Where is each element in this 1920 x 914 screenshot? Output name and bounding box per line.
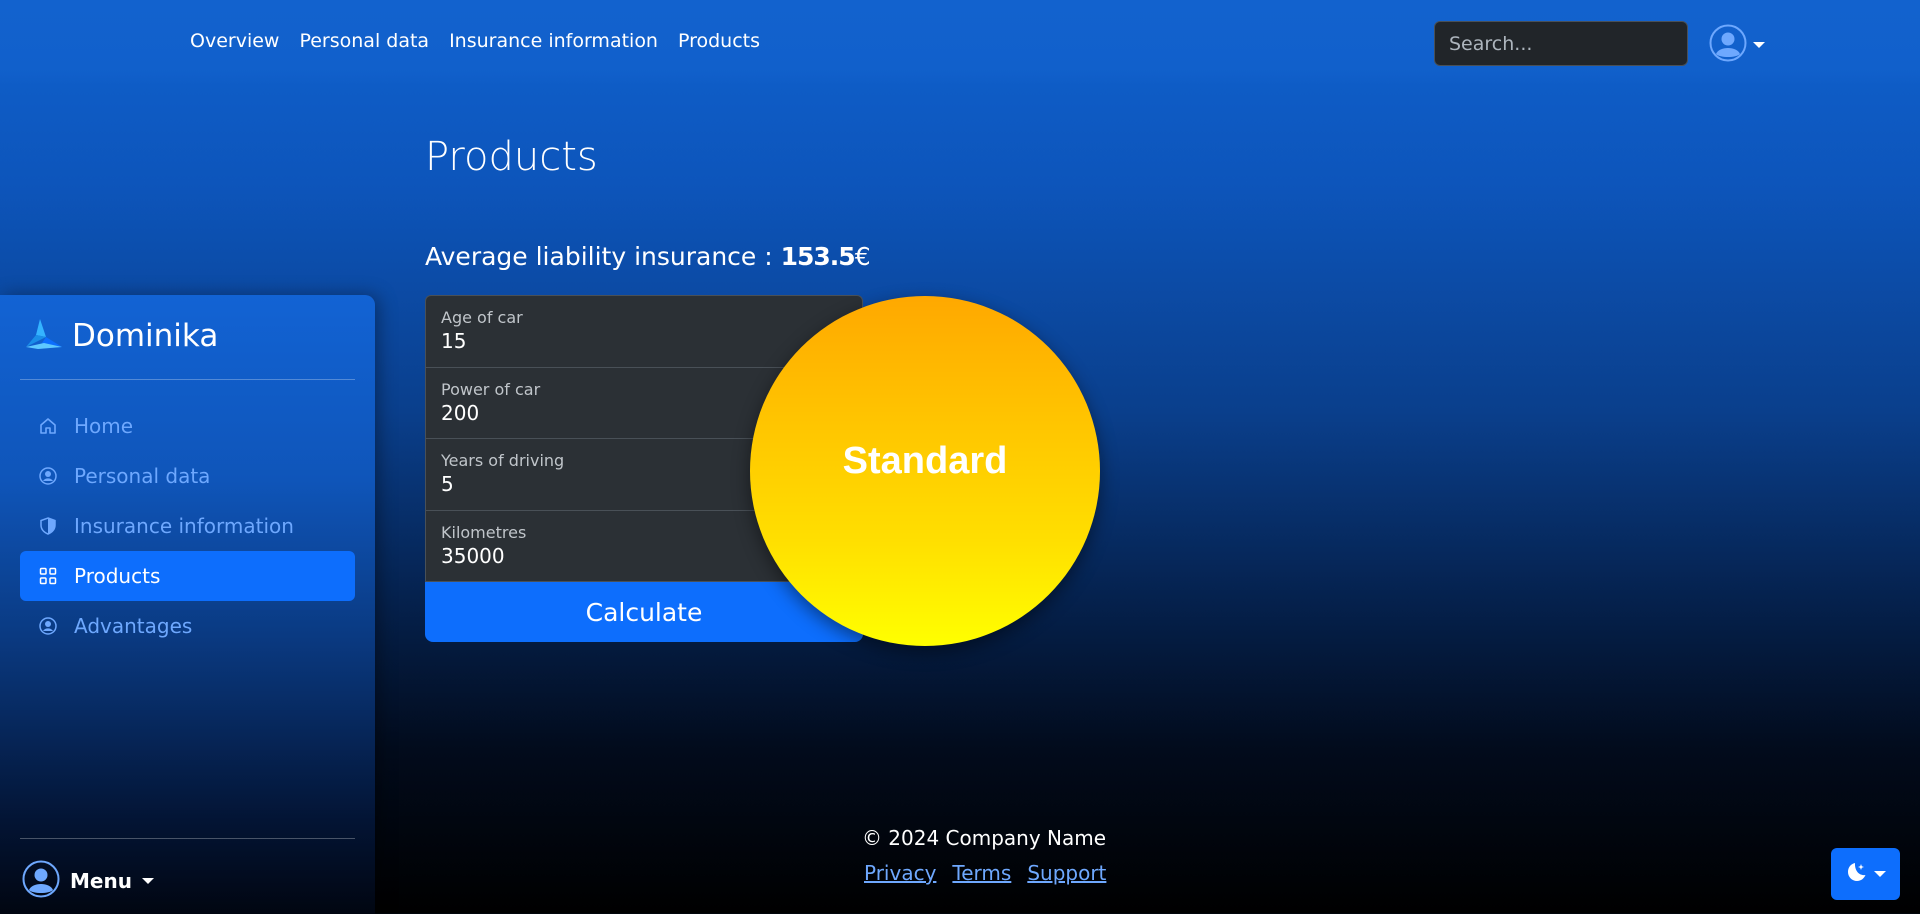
sidebar-item-label: Products	[74, 564, 161, 588]
person-circle-icon	[38, 466, 58, 486]
footer-link-terms[interactable]: Terms	[952, 861, 1011, 885]
sidebar-item-label: Personal data	[74, 464, 211, 488]
logo-icon	[24, 317, 64, 355]
sidebar-menu: Home Personal data Insurance information…	[20, 401, 355, 651]
top-nav-links: Overview Personal data Insurance informa…	[190, 30, 760, 52]
field-label: Age of car	[441, 308, 523, 327]
sidebar-item-label: Insurance information	[74, 514, 294, 538]
footer-link-privacy[interactable]: Privacy	[864, 861, 936, 885]
chevron-down-icon	[141, 878, 154, 884]
footer-links: Privacy Terms Support	[864, 861, 1106, 885]
result-badge: Standard	[750, 296, 1100, 646]
top-navbar: Overview Personal data Insurance informa…	[0, 0, 1920, 86]
nav-link-insurance-information[interactable]: Insurance information	[449, 30, 658, 52]
sidebar: Dominika Home Personal data Insurance in…	[0, 295, 375, 914]
currency-symbol: €	[854, 242, 871, 271]
page-title: Products	[425, 134, 598, 180]
house-icon	[38, 416, 58, 436]
grid-icon	[38, 566, 58, 586]
brand[interactable]: Dominika	[24, 317, 218, 355]
moon-stars-icon	[1846, 861, 1868, 887]
search-input[interactable]	[1434, 21, 1688, 66]
sidebar-menu-dropdown[interactable]: Menu	[22, 860, 154, 902]
chevron-down-icon	[1873, 871, 1886, 877]
avatar-icon	[22, 860, 60, 902]
sidebar-divider-top	[20, 379, 355, 380]
result-badge-label: Standard	[842, 439, 1008, 482]
chevron-down-icon	[1753, 42, 1765, 48]
average-value: 153.5	[780, 242, 856, 271]
shield-icon	[38, 516, 58, 536]
brand-name: Dominika	[72, 318, 219, 354]
sidebar-item-personal-data[interactable]: Personal data	[20, 451, 355, 501]
sidebar-item-label: Home	[74, 414, 134, 438]
sidebar-item-label: Advantages	[74, 614, 193, 638]
nav-link-personal-data[interactable]: Personal data	[299, 30, 429, 52]
sidebar-item-products[interactable]: Products	[20, 551, 355, 601]
sidebar-item-insurance-information[interactable]: Insurance information	[20, 501, 355, 551]
footer-link-support[interactable]: Support	[1027, 861, 1106, 885]
theme-toggle-button[interactable]	[1831, 848, 1900, 900]
copyright-text: © 2024 Company Name	[861, 826, 1107, 850]
avatar-icon	[1709, 24, 1747, 66]
person-circle-icon	[38, 616, 58, 636]
menu-label: Menu	[70, 869, 132, 893]
sidebar-item-advantages[interactable]: Advantages	[20, 601, 355, 651]
average-label: Average liability insurance :	[425, 242, 781, 271]
average-liability-insurance: Average liability insurance : 153.5€	[425, 242, 871, 271]
user-menu-dropdown[interactable]	[1709, 24, 1765, 66]
nav-link-overview[interactable]: Overview	[190, 30, 279, 52]
sidebar-item-home[interactable]: Home	[20, 401, 355, 451]
age-of-car-input[interactable]	[441, 329, 847, 353]
nav-link-products[interactable]: Products	[678, 30, 760, 52]
